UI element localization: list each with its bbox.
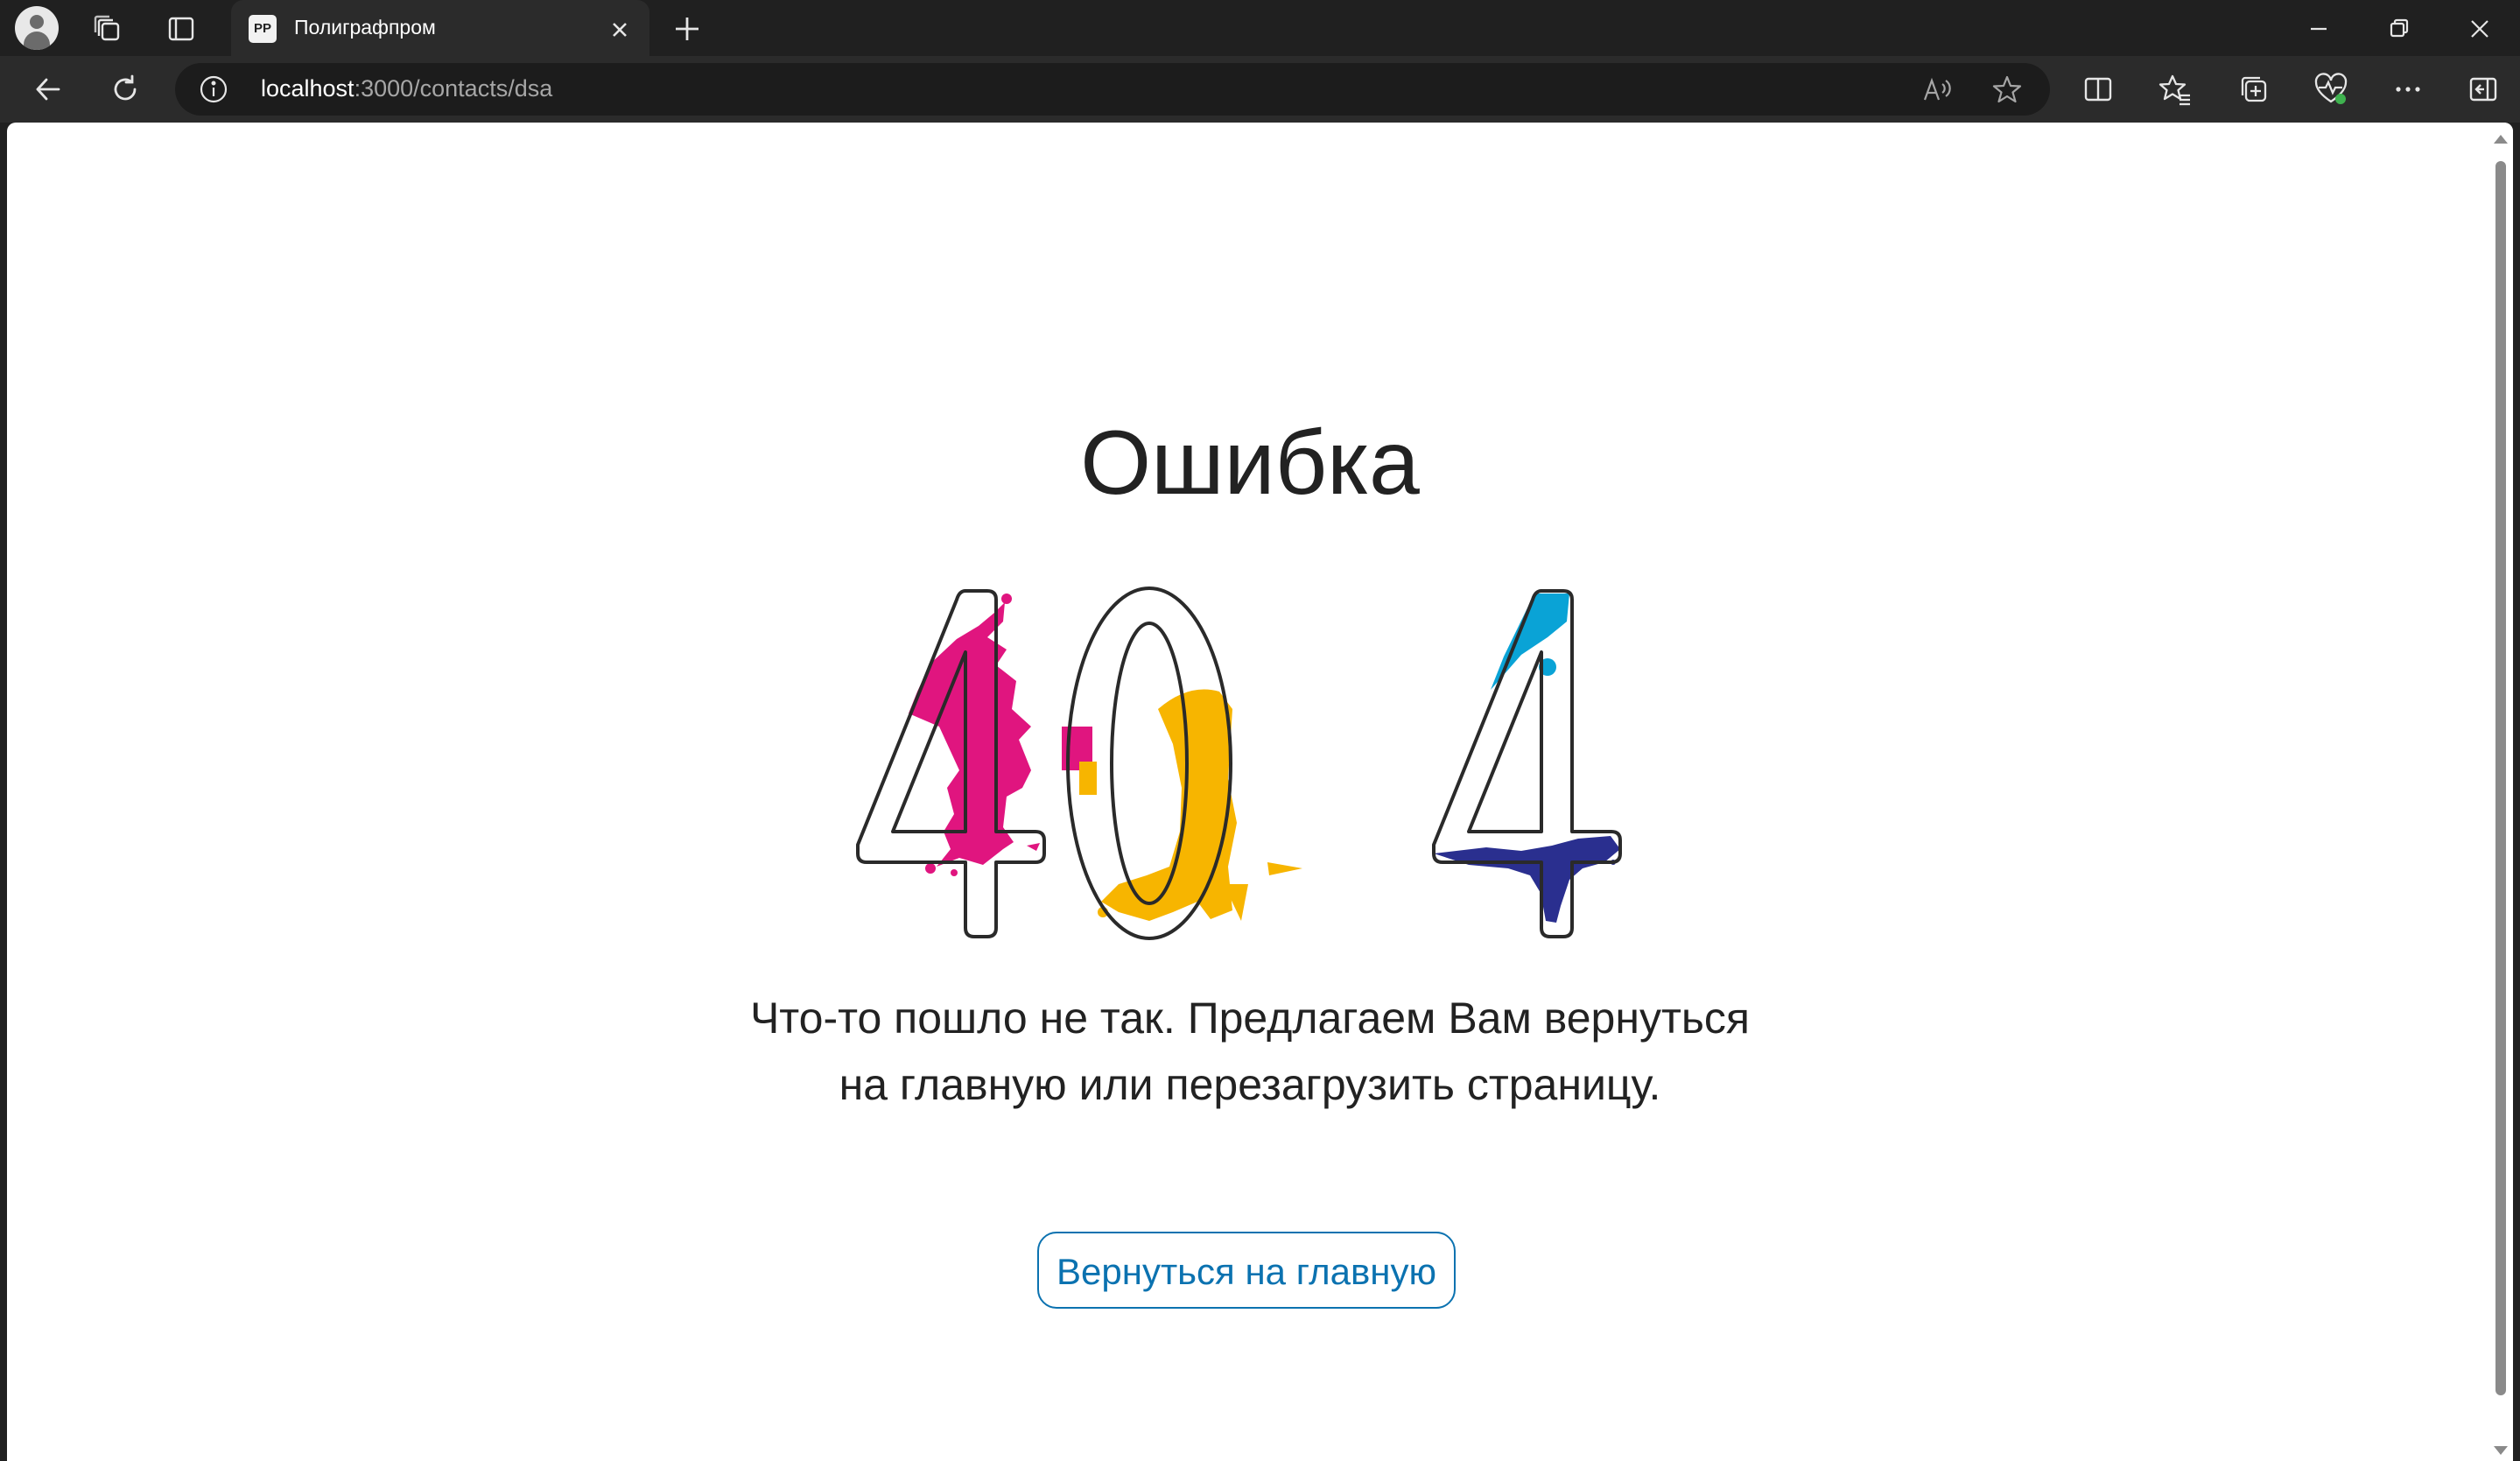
title-bar: PP Полиграфпром — [0, 0, 2520, 56]
error-message-line-1: Что-то пошло не так. Предлагаем Вам верн… — [749, 994, 1751, 1043]
scroll-down-arrow-icon[interactable] — [2494, 1446, 2508, 1455]
star-icon — [1992, 75, 2022, 103]
url-text[interactable]: localhost:3000/contacts/dsa — [261, 75, 552, 102]
minimize-button[interactable] — [2297, 7, 2341, 51]
site-info-button[interactable] — [198, 74, 229, 105]
add-favorite-button[interactable] — [1987, 69, 2027, 109]
vertical-scrollbar[interactable] — [2488, 123, 2513, 1461]
sidebar-icon — [2469, 77, 2497, 102]
magenta-splash — [909, 594, 1092, 876]
workspaces-button[interactable] — [86, 7, 130, 51]
more-icon — [2396, 87, 2420, 92]
browser-essentials-button[interactable] — [2309, 67, 2353, 111]
tab-close-button[interactable] — [602, 12, 637, 47]
close-icon — [613, 23, 627, 37]
read-aloud-button[interactable] — [1917, 69, 1957, 109]
favorites-button[interactable] — [2153, 67, 2197, 111]
split-screen-icon — [2084, 77, 2112, 102]
split-screen-button[interactable] — [2076, 67, 2120, 111]
close-icon — [2471, 20, 2488, 38]
navy-splash — [1434, 836, 1620, 923]
collections-icon — [2241, 76, 2267, 102]
profile-avatar-icon — [15, 6, 59, 50]
url-host: localhost — [261, 75, 354, 102]
more-menu-button[interactable] — [2386, 67, 2430, 111]
reload-icon — [114, 74, 137, 101]
profile-button[interactable] — [14, 5, 60, 51]
info-icon — [200, 75, 228, 103]
new-tab-button[interactable] — [665, 7, 709, 51]
window-close-button[interactable] — [2458, 7, 2502, 51]
active-tab[interactable]: PP Полиграфпром — [231, 0, 649, 56]
tab-actions-icon — [168, 17, 194, 41]
workspaces-icon — [94, 15, 120, 41]
scrollbar-thumb[interactable] — [2495, 161, 2506, 1395]
read-aloud-icon — [1923, 77, 1951, 101]
tab-title: Полиграфпром — [294, 16, 436, 39]
heart-pulse-icon — [2314, 73, 2348, 104]
restore-button[interactable] — [2377, 7, 2421, 51]
error-message-line-2: на главную или перезагрузить страницу. — [839, 1060, 1661, 1109]
arrow-left-icon — [36, 78, 60, 101]
minimize-icon — [2311, 27, 2327, 31]
error-404-illustration: 404 — [856, 587, 1622, 940]
browser-window: PP Полиграфпром localhost:3000/contacts/… — [0, 0, 2520, 1461]
plus-icon — [676, 18, 698, 40]
tab-actions-button[interactable] — [159, 7, 203, 51]
page-title: Ошибка — [1080, 412, 1420, 514]
navigation-toolbar: localhost:3000/contacts/dsa — [0, 56, 2520, 123]
collections-button[interactable] — [2232, 67, 2276, 111]
reload-button[interactable] — [103, 67, 147, 111]
url-path: :3000/contacts/dsa — [354, 75, 553, 102]
favorites-icon — [2158, 74, 2190, 106]
address-bar[interactable]: localhost:3000/contacts/dsa — [175, 63, 2050, 116]
site-favicon-icon: PP — [249, 15, 277, 43]
page-viewport: Ошибка Что-то пошло не так. Предлагаем В… — [7, 123, 2513, 1461]
back-button[interactable] — [26, 67, 70, 111]
restore-icon — [2390, 18, 2409, 38]
sidebar-toggle-button[interactable] — [2461, 67, 2505, 111]
error-message: Что-то пошло не так. Предлагаем Вам верн… — [7, 985, 2493, 1118]
scroll-up-arrow-icon[interactable] — [2494, 135, 2508, 144]
return-home-button[interactable]: Вернуться на главную — [1037, 1232, 1456, 1309]
